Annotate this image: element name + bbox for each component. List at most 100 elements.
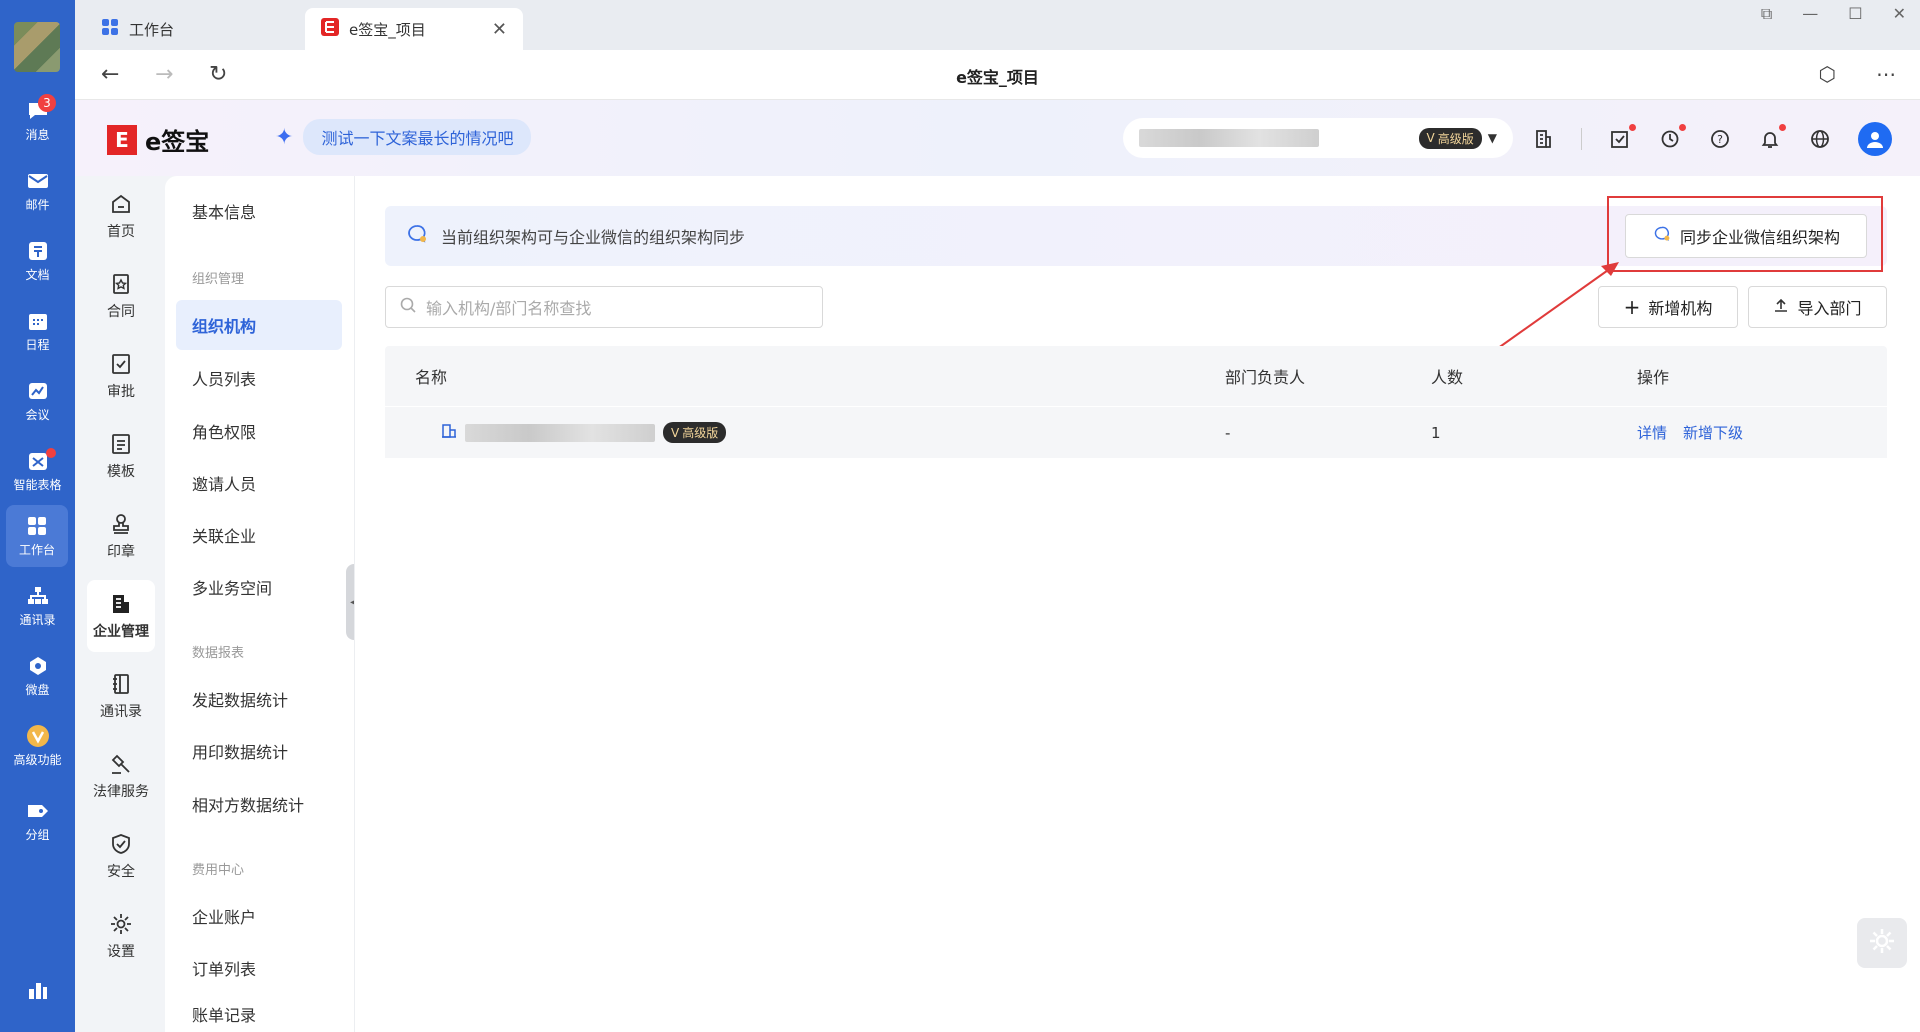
- submenu-enterprise-account[interactable]: 企业账户: [176, 891, 342, 941]
- bell-icon[interactable]: [1758, 124, 1786, 151]
- grid-icon: [101, 18, 119, 40]
- submenu-org-structure[interactable]: 组织机构: [176, 300, 342, 350]
- history-icon[interactable]: [1658, 124, 1686, 151]
- notification-dot: [1679, 124, 1686, 131]
- rail-label: 智能表格: [13, 477, 62, 492]
- ai-assistant[interactable]: ✦ 测试一下文案最长的情况吧: [275, 119, 532, 155]
- page-title: e签宝_项目: [956, 68, 1039, 87]
- rail-item-calendar[interactable]: 日程: [0, 300, 75, 362]
- window-controls: ⧉ — ☐ ✕: [1761, 4, 1906, 24]
- minimize-icon[interactable]: —: [1802, 4, 1818, 24]
- divider: [1581, 128, 1582, 150]
- tab-workbench[interactable]: 工作台: [85, 8, 295, 50]
- user-avatar[interactable]: [1858, 122, 1892, 156]
- rail-item-premium[interactable]: 高级功能: [0, 715, 75, 777]
- nav-legal[interactable]: 法律服务: [87, 740, 155, 812]
- submenu-roles[interactable]: 角色权限: [176, 406, 342, 456]
- detail-link[interactable]: 详情: [1637, 422, 1667, 443]
- submenu-order-list[interactable]: 订单列表: [176, 943, 342, 993]
- rail-item-contacts[interactable]: 通讯录: [0, 575, 75, 637]
- submenu-multi-space[interactable]: 多业务空间: [176, 562, 342, 612]
- building-icon[interactable]: [1531, 127, 1555, 151]
- rail-item-group[interactable]: 分组: [0, 790, 75, 852]
- logo[interactable]: E e签宝: [107, 122, 209, 157]
- org-name-redacted: [465, 423, 655, 442]
- svg-text:?: ?: [1717, 133, 1723, 146]
- table-header: 名称 部门负责人 人数 操作: [385, 346, 1887, 406]
- rail-label: 通讯录: [19, 612, 56, 627]
- rail-item-meeting[interactable]: 会议: [0, 370, 75, 432]
- esign-icon: [321, 18, 339, 40]
- rail-item-mail[interactable]: 邮件: [0, 160, 75, 222]
- close-icon[interactable]: ✕: [492, 19, 507, 40]
- more-icon[interactable]: ⋯: [1876, 62, 1896, 86]
- nav-actions: ⬡ ⋯: [1819, 62, 1896, 86]
- rail-item-apps[interactable]: [0, 965, 75, 1015]
- floating-settings-button[interactable]: [1857, 918, 1907, 968]
- globe-icon[interactable]: [1808, 127, 1832, 151]
- submenu-invite[interactable]: 邀请人员: [176, 458, 342, 508]
- contract-icon: [108, 271, 134, 297]
- rail-item-drive[interactable]: 微盘: [0, 645, 75, 707]
- building-icon: [108, 591, 134, 617]
- premium-badge: V 高级版: [663, 422, 727, 443]
- restore-window-icon[interactable]: ⧉: [1761, 4, 1772, 24]
- drive-icon: [25, 655, 51, 677]
- nav-contacts[interactable]: 通讯录: [87, 660, 155, 732]
- add-child-link[interactable]: 新增下级: [1683, 422, 1743, 443]
- search-icon: [400, 297, 416, 317]
- main-content: 当前组织架构可与企业微信的组织架构同步 同步企业微信组织架构 输入机构/部门名称…: [354, 176, 1920, 1032]
- help-icon[interactable]: ?: [1708, 127, 1732, 151]
- mail-icon: [25, 170, 51, 192]
- rail-label: 工作台: [18, 542, 55, 557]
- submenu: 基本信息 组织管理 组织机构 人员列表 角色权限 邀请人员 关联企业 多业务空间…: [165, 176, 354, 1032]
- rail-item-messages[interactable]: 消息 3: [0, 90, 75, 152]
- home-icon: [108, 191, 134, 217]
- gear-icon: [108, 911, 134, 937]
- nav-contract[interactable]: 合同: [87, 260, 155, 332]
- submenu-seal-stats[interactable]: 用印数据统计: [176, 726, 342, 776]
- col-leader: 部门负责人: [1225, 368, 1306, 387]
- import-dept-button[interactable]: 导入部门: [1748, 286, 1887, 328]
- add-org-button[interactable]: + 新增机构: [1598, 286, 1738, 328]
- doc-icon: [25, 240, 51, 262]
- org-building-icon: [441, 423, 457, 443]
- sync-wecom-org-button[interactable]: 同步企业微信组织架构: [1625, 214, 1867, 258]
- seal-icon: [108, 511, 134, 537]
- nav-approve[interactable]: 审批: [87, 340, 155, 412]
- nav-enterprise[interactable]: 企业管理: [87, 580, 155, 652]
- tab-esign-project[interactable]: e签宝_项目 ✕: [305, 8, 523, 50]
- maximize-icon[interactable]: ☐: [1848, 4, 1862, 24]
- rail-item-docs[interactable]: 文档: [0, 230, 75, 292]
- submenu-group-fee: 费用中心: [192, 863, 245, 878]
- notification-dot: [1779, 124, 1786, 131]
- rail-label: 微盘: [25, 682, 50, 697]
- rail-item-workbench[interactable]: 工作台: [6, 505, 68, 567]
- header-icons: ?: [1531, 122, 1892, 156]
- nav-home[interactable]: 首页: [87, 180, 155, 252]
- org-search-input[interactable]: 输入机构/部门名称查找: [385, 286, 823, 328]
- close-window-icon[interactable]: ✕: [1893, 4, 1906, 24]
- submenu-linked-enterprise[interactable]: 关联企业: [176, 510, 342, 560]
- table-row: V 高级版 - 1 详情 新增下级: [385, 406, 1887, 458]
- apps-icon: [25, 979, 51, 1001]
- submenu-basic-info[interactable]: 基本信息: [176, 186, 342, 236]
- submenu-member-list[interactable]: 人员列表: [176, 353, 342, 403]
- nav-security[interactable]: 安全: [87, 820, 155, 892]
- avatar[interactable]: [14, 22, 60, 72]
- cell-leader: -: [1225, 423, 1231, 442]
- nav-template[interactable]: 模板: [87, 420, 155, 492]
- nav-settings[interactable]: 设置: [87, 900, 155, 972]
- hexagon-settings-icon[interactable]: ⬡: [1819, 62, 1836, 86]
- submenu-initiate-stats[interactable]: 发起数据统计: [176, 674, 342, 724]
- submenu-counterparty-stats[interactable]: 相对方数据统计: [176, 779, 342, 829]
- app-rail: 消息 3 邮件 文档 日程 会议 智能表格 工作台 通讯录 微盘 高级功能 分组: [0, 0, 75, 1032]
- submenu-billing[interactable]: 账单记录: [176, 994, 342, 1032]
- premium-v-icon: V: [1426, 131, 1435, 145]
- nav-seal[interactable]: 印章: [87, 500, 155, 572]
- rail-item-smart-sheet[interactable]: 智能表格: [0, 440, 75, 502]
- unread-badge: 3: [38, 94, 56, 112]
- org-switcher[interactable]: V 高级版 ▼: [1123, 118, 1513, 158]
- task-check-icon[interactable]: [1608, 124, 1636, 151]
- ai-spark-icon: ✦: [275, 124, 294, 150]
